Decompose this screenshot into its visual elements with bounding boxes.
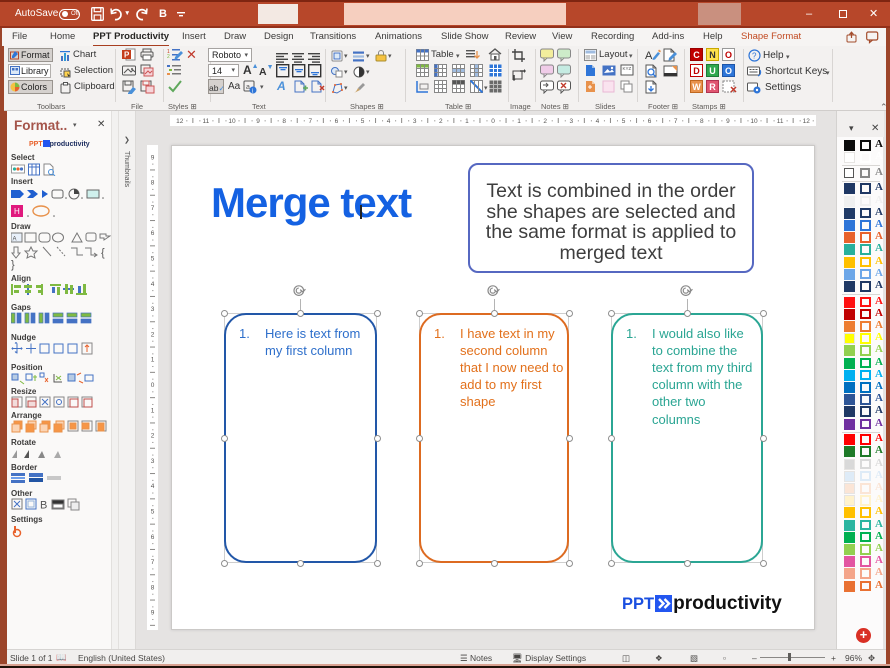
svg-text:10: 10 xyxy=(228,118,236,125)
svg-text:9: 9 xyxy=(151,154,155,161)
svg-text:8: 8 xyxy=(151,180,155,187)
svg-text:3: 3 xyxy=(413,118,417,125)
svg-text:7: 7 xyxy=(308,118,312,125)
svg-text:4: 4 xyxy=(596,118,600,125)
svg-text:5: 5 xyxy=(361,118,365,125)
svg-text:12: 12 xyxy=(176,118,184,125)
svg-text:9: 9 xyxy=(726,118,730,125)
svg-text:0: 0 xyxy=(151,382,155,389)
svg-text:10: 10 xyxy=(750,118,758,125)
svg-text:11: 11 xyxy=(777,118,784,125)
svg-text:1: 1 xyxy=(517,118,521,125)
svg-text:?: ? xyxy=(752,52,757,61)
svg-text:8: 8 xyxy=(151,584,155,591)
svg-text:3: 3 xyxy=(151,458,155,465)
svg-text:a: a xyxy=(246,84,250,91)
svg-text:5: 5 xyxy=(622,118,626,125)
svg-text:3: 3 xyxy=(569,118,573,125)
svg-text:6: 6 xyxy=(335,118,339,125)
svg-text:2: 2 xyxy=(543,118,547,125)
svg-text:A: A xyxy=(645,50,653,62)
svg-text:B: B xyxy=(40,500,48,512)
svg-text:{: { xyxy=(101,247,106,259)
svg-text:0: 0 xyxy=(491,118,495,125)
svg-text:7: 7 xyxy=(151,205,155,212)
svg-text:1: 1 xyxy=(151,407,155,414)
svg-text:7: 7 xyxy=(674,118,678,125)
svg-text:H: H xyxy=(14,207,21,216)
svg-text:4: 4 xyxy=(387,118,391,125)
svg-text:9: 9 xyxy=(256,118,260,125)
svg-text:2: 2 xyxy=(439,118,443,125)
svg-text:KYZ: KYZ xyxy=(623,66,632,71)
svg-text:4: 4 xyxy=(151,483,155,490)
svg-text:6: 6 xyxy=(151,230,155,237)
svg-text:8: 8 xyxy=(282,118,286,125)
svg-text:3: 3 xyxy=(151,306,155,313)
svg-text:P: P xyxy=(124,51,130,60)
svg-text:4: 4 xyxy=(151,281,155,288)
svg-text:11: 11 xyxy=(203,118,210,125)
svg-text:2: 2 xyxy=(151,433,155,440)
svg-text:A: A xyxy=(13,237,18,243)
svg-text:5: 5 xyxy=(151,509,155,516)
svg-text:1: 1 xyxy=(151,357,155,364)
svg-text:2: 2 xyxy=(167,54,170,60)
svg-text:2: 2 xyxy=(151,331,155,338)
svg-text:9: 9 xyxy=(151,610,155,617)
svg-text:1: 1 xyxy=(465,118,469,125)
svg-text:7: 7 xyxy=(151,559,155,566)
svg-text:8: 8 xyxy=(700,118,704,125)
svg-text:6: 6 xyxy=(151,534,155,541)
svg-text:12: 12 xyxy=(803,118,811,125)
svg-text:5: 5 xyxy=(151,256,155,263)
svg-text:6: 6 xyxy=(648,118,652,125)
